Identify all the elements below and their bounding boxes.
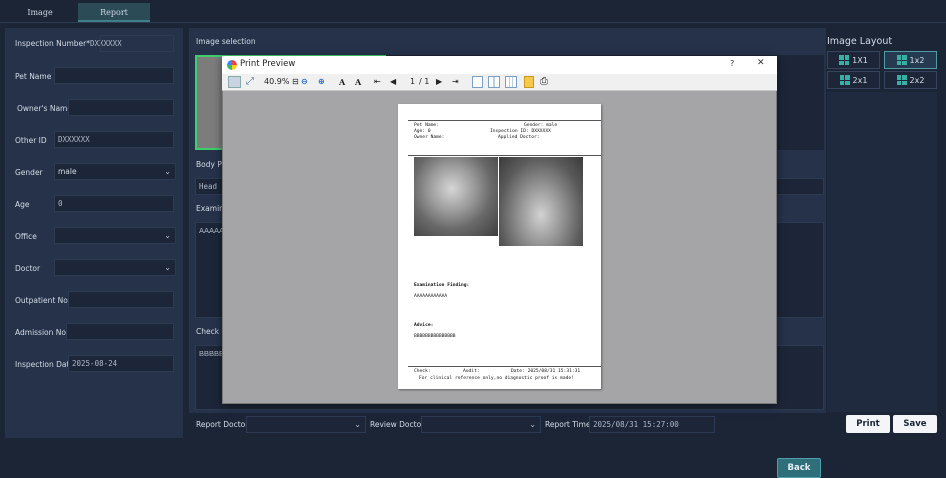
chevron-down-icon: ⌄ [529, 420, 536, 429]
layout-2x1-button[interactable]: 2x1 [827, 71, 880, 89]
doc-advice-label: Advice: [414, 323, 434, 328]
pet-name-field[interactable] [54, 67, 174, 84]
age-label: Age [15, 200, 30, 209]
four-page-icon[interactable] [505, 76, 517, 88]
report-doctor-label: Report Doctor [196, 420, 249, 429]
save-button[interactable]: Save [893, 415, 937, 433]
report-doctor-select[interactable]: ⌄ [246, 416, 366, 433]
chevron-down-icon: ⌄ [354, 420, 361, 429]
doctor-select[interactable]: ⌄ [54, 259, 176, 276]
doc-applied-doctor: Applied Doctor: [498, 135, 540, 140]
grid-icon [896, 55, 907, 65]
tab-divider [0, 22, 946, 23]
tab-image[interactable]: Image [4, 3, 76, 22]
review-doctor-label: Review Doctor [370, 420, 425, 429]
image-selection-label: Image selection [196, 37, 256, 46]
last-page-icon[interactable]: ⇥ [452, 76, 459, 88]
doc-check: Check: [414, 369, 431, 374]
print-preview-toolbar: ⤢ 40.9% ⊟ ⊖ ⊕ A A ⇤ ◀ 1 / 1 ▶ ⇥ ⎙ [222, 74, 777, 91]
inspection-date-field[interactable]: 2025-08-24 [68, 355, 174, 372]
chevron-down-icon: ⌄ [164, 231, 171, 240]
grid-icon [839, 75, 850, 85]
printer-icon[interactable]: ⎙ [540, 76, 548, 88]
doc-rule [408, 120, 601, 121]
report-time-label: Report Time [545, 420, 591, 429]
report-time-field[interactable]: 2025/08/31 15:27:00 [589, 416, 715, 433]
admission-label: Admission No. [15, 328, 69, 337]
age-field[interactable]: 0 [54, 195, 174, 212]
back-button[interactable]: Back [777, 458, 821, 478]
zoom-dropdown-icon[interactable]: ⊟ [292, 76, 299, 88]
layout-1x1-label: 1X1 [852, 55, 868, 65]
owner-name-label: Owner's Name [17, 104, 72, 113]
next-page-icon[interactable]: ▶ [436, 76, 442, 88]
print-preview-titlebar: Print Preview ? ✕ [222, 56, 777, 74]
grid-icon [839, 55, 850, 65]
previous-page-icon[interactable]: ◀ [390, 76, 396, 88]
doc-advice-value: BBBBBBBBBBBBBBB [414, 334, 456, 339]
single-page-icon[interactable] [472, 76, 483, 88]
app-icon [227, 60, 237, 70]
xray-image-right [499, 157, 583, 246]
doc-disclaimer: For clinical reference only,no diagnosti… [419, 376, 574, 381]
gender-select[interactable]: male ⌄ [54, 163, 176, 180]
review-doctor-select[interactable]: ⌄ [421, 416, 541, 433]
office-select[interactable]: ⌄ [54, 227, 176, 244]
image-layout-title: Image Layout [827, 36, 893, 47]
two-page-icon[interactable] [488, 76, 500, 88]
other-id-label: Other ID [15, 136, 47, 145]
inspection-date-label: Inspection Date [15, 360, 75, 369]
doc-rule [408, 155, 601, 156]
xray-image-left [414, 157, 498, 236]
doc-gender: Gender: male [524, 123, 558, 128]
help-icon[interactable]: ? [730, 59, 734, 68]
doc-pet-name: Pet Name: [414, 123, 439, 128]
gender-value: male [58, 167, 77, 176]
layout-2x2-label: 2x2 [909, 75, 925, 85]
layout-1x2-label: 1x2 [909, 55, 925, 65]
close-icon[interactable]: ✕ [757, 58, 765, 68]
layout-2x1-label: 2x1 [852, 75, 868, 85]
zoom-out-icon[interactable]: ⊖ [301, 76, 308, 88]
owner-name-field[interactable] [68, 99, 174, 116]
fit-width-icon[interactable] [228, 76, 241, 88]
layout-2x2-button[interactable]: 2x2 [884, 71, 937, 89]
inspection-number-field[interactable] [100, 35, 174, 52]
layout-1x2-button[interactable]: 1x2 [884, 51, 937, 69]
chevron-down-icon: ⌄ [164, 167, 171, 176]
other-id-field[interactable]: DXXXXXX [54, 131, 174, 148]
doc-owner: Owner Name: [414, 135, 445, 140]
page-setup-icon[interactable] [524, 76, 534, 88]
outpatient-field[interactable] [68, 291, 174, 308]
office-label: Office [15, 232, 37, 241]
tab-report[interactable]: Report [78, 3, 150, 22]
doc-date: Date: 2025/08/31 15:31:31 [511, 369, 581, 374]
page-number[interactable]: 1 [410, 76, 415, 88]
zoom-level[interactable]: 40.9% [264, 76, 289, 88]
zoom-in-icon[interactable]: ⊕ [318, 76, 325, 88]
doc-inspection-id: Inspection ID: DXXXXXX [490, 129, 551, 134]
fit-page-icon[interactable]: ⤢ [246, 76, 254, 88]
pet-name-label: Pet Name [15, 72, 52, 81]
admission-field[interactable] [66, 323, 174, 340]
doc-finding-label: Examination Finding: [414, 283, 470, 288]
gender-label: Gender [15, 168, 43, 177]
doc-finding-value: AAAAAAAAAAAA [414, 294, 448, 299]
print-preview-title: Print Preview [240, 59, 296, 69]
doc-audit: Audit: [463, 369, 480, 374]
page-total: / 1 [419, 77, 430, 86]
document-page [398, 104, 601, 389]
portrait-icon[interactable]: A [339, 76, 345, 88]
layout-side-panel [827, 92, 937, 412]
layout-1x1-button[interactable]: 1X1 [827, 51, 880, 69]
grid-icon [896, 75, 907, 85]
chevron-down-icon: ⌄ [164, 263, 171, 272]
first-page-icon[interactable]: ⇤ [374, 76, 381, 88]
doctor-label: Doctor [15, 264, 41, 273]
doc-age: Age: 0 [414, 129, 431, 134]
print-button[interactable]: Print [846, 415, 890, 433]
landscape-icon[interactable]: A [355, 76, 361, 88]
doc-rule [408, 366, 601, 367]
outpatient-label: Outpatient No. [15, 296, 71, 305]
